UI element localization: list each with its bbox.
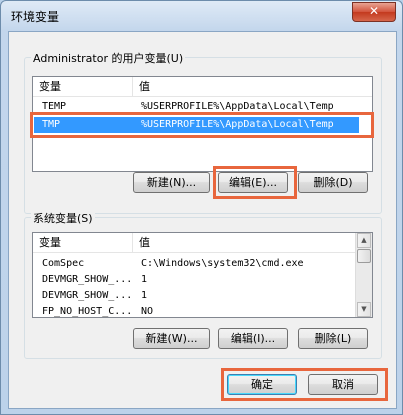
user-variables-label: Administrator 的用户变量(U) bbox=[31, 50, 186, 66]
scroll-up-icon[interactable]: ▲ bbox=[357, 233, 371, 248]
cancel-button[interactable]: 取消 bbox=[308, 374, 378, 395]
user-edit-button[interactable]: 编辑(E)... bbox=[218, 172, 288, 193]
system-edit-button[interactable]: 编辑(I)... bbox=[218, 328, 288, 349]
environment-variables-dialog: 环境变量 ✕ Administrator 的用户变量(U) 变量 值 TEMP … bbox=[0, 0, 403, 415]
user-list-header: 变量 值 bbox=[33, 77, 372, 97]
scroll-thumb[interactable] bbox=[357, 249, 371, 263]
column-header-value[interactable]: 值 bbox=[133, 77, 371, 96]
scroll-down-icon[interactable]: ▼ bbox=[357, 302, 371, 317]
variable-value: NO bbox=[141, 306, 154, 317]
list-item[interactable]: DEVMGR_SHOW_... 1 bbox=[33, 288, 355, 304]
variable-name: DEVMGR_SHOW_... bbox=[42, 290, 132, 301]
system-variables-list[interactable]: 变量 值 ComSpec C:\Windows\system32\cmd.exe… bbox=[32, 232, 373, 318]
list-item[interactable]: FP_NO_HOST_C... NO bbox=[33, 304, 355, 317]
list-item[interactable]: TEMP %USERPROFILE%\AppData\Local\Temp bbox=[33, 99, 372, 115]
list-item[interactable]: ComSpec C:\Windows\system32\cmd.exe bbox=[33, 256, 355, 272]
variable-value: %USERPROFILE%\AppData\Local\Temp bbox=[141, 101, 334, 112]
ok-button[interactable]: 确定 bbox=[227, 374, 297, 395]
system-list-header: 变量 值 bbox=[33, 233, 372, 253]
window-title: 环境变量 bbox=[11, 10, 60, 24]
column-header-variable[interactable]: 变量 bbox=[33, 77, 133, 96]
column-header-variable[interactable]: 变量 bbox=[33, 233, 133, 252]
list-item-selected[interactable]: TMP %USERPROFILE%\AppData\Local\Temp bbox=[34, 117, 359, 133]
dialog-client-area: Administrator 的用户变量(U) 变量 值 TEMP %USERPR… bbox=[8, 31, 397, 409]
variable-name: FP_NO_HOST_C... bbox=[42, 306, 132, 317]
user-delete-button[interactable]: 删除(D) bbox=[298, 172, 368, 193]
variable-name: TMP bbox=[42, 119, 61, 130]
variable-value: %USERPROFILE%\AppData\Local\Temp bbox=[141, 119, 334, 130]
user-variables-list[interactable]: 变量 值 TEMP %USERPROFILE%\AppData\Local\Te… bbox=[32, 76, 373, 172]
close-icon: ✕ bbox=[368, 4, 380, 18]
system-delete-button[interactable]: 删除(L) bbox=[298, 328, 368, 349]
variable-name: DEVMGR_SHOW_... bbox=[42, 274, 132, 285]
column-header-value[interactable]: 值 bbox=[133, 233, 355, 252]
variable-value: 1 bbox=[141, 290, 148, 301]
system-list-scrollbar[interactable]: ▲ ▼ bbox=[355, 233, 372, 317]
variable-value: 1 bbox=[141, 274, 148, 285]
system-variables-label: 系统变量(S) bbox=[31, 210, 95, 226]
variable-name: TEMP bbox=[42, 101, 67, 112]
close-button[interactable]: ✕ bbox=[352, 2, 396, 22]
user-new-button[interactable]: 新建(N)... bbox=[133, 172, 210, 193]
variable-value: C:\Windows\system32\cmd.exe bbox=[141, 258, 304, 269]
system-new-button[interactable]: 新建(W)... bbox=[133, 328, 210, 349]
list-item[interactable]: DEVMGR_SHOW_... 1 bbox=[33, 272, 355, 288]
variable-name: ComSpec bbox=[42, 258, 85, 269]
